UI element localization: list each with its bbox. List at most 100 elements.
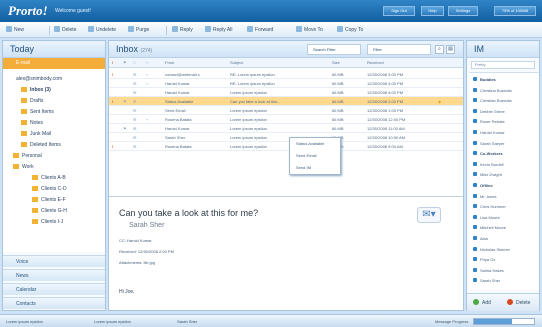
help-button[interactable]: Help <box>421 6 444 16</box>
move-to-button[interactable]: Move To <box>296 25 323 35</box>
sidebar-item-clients-ef[interactable]: Clients E-F <box>3 195 105 205</box>
forward-button[interactable]: Forward <box>247 25 273 35</box>
im-contact-item[interactable]: Co-Workers <box>469 149 539 158</box>
im-contact-item[interactable]: Kevin Burdell <box>469 160 539 169</box>
sidebar-item-sent[interactable]: Sent Items <box>3 107 105 117</box>
deleted-icon <box>21 142 27 147</box>
reply-icon-button[interactable]: ✉▾ <box>417 207 441 223</box>
received-column[interactable]: Received <box>367 58 427 68</box>
im-contact-item[interactable]: Sarah Sher <box>469 276 539 285</box>
attachments-field[interactable]: Attachments: file.jpg <box>119 260 155 265</box>
table-row[interactable]: ! ✉ ⌁ contact@webmail.c RE: Lorem ipsum … <box>109 70 463 79</box>
im-contact-item[interactable]: Alan <box>469 234 539 243</box>
message-icon: ✉ <box>133 126 137 131</box>
purge-icon <box>128 26 134 32</box>
sign-out-button[interactable]: Sign Out <box>383 6 415 16</box>
table-row[interactable]: ✉ Send Email Lorem ipsum epsilon 66 MB 1… <box>109 106 463 115</box>
sidebar-item-clients-cd[interactable]: Clients C-D <box>3 184 105 194</box>
sidebar-item-personal[interactable]: Personal <box>3 151 105 161</box>
size-column[interactable]: Size <box>332 58 357 68</box>
contacts-nav[interactable]: Contacts <box>3 297 105 309</box>
sidebar-item-notes[interactable]: Notes <box>3 118 105 128</box>
im-contact-list: Buddies Christina Buendia Christian Buendi… <box>469 72 539 290</box>
im-contact-item[interactable]: Harold Kumar <box>469 128 539 137</box>
mailbox-address[interactable]: alex@snimbody.com <box>3 74 105 84</box>
from-column[interactable]: From <box>165 58 230 68</box>
table-row[interactable]: ✉ ⌁ Harold Kumar RE: Lorem ipsum epsilon… <box>109 79 463 88</box>
delete-button[interactable]: Delete <box>54 25 76 35</box>
inbox-header: Inbox (274) Search Filter Filter ⌕ ▤ <box>109 41 463 58</box>
contact-status-icon <box>473 119 477 124</box>
status-task-item[interactable]: Lorem ipsum epsilon <box>94 317 131 326</box>
im-contact-item[interactable]: Salma Hakes <box>469 266 539 275</box>
settings-button[interactable]: Settings <box>448 6 478 16</box>
delete-icon <box>54 26 60 32</box>
send-email-menu-item[interactable]: Send Email <box>290 150 340 162</box>
im-contact-item[interactable]: Sarah Saeyer <box>469 139 539 148</box>
message-progress-fill <box>474 319 513 324</box>
send-im-menu-item[interactable]: Send IM <box>290 162 340 174</box>
preview-filter-select[interactable]: Filter <box>367 44 431 55</box>
clients-gh-label: Clients G-H <box>41 208 67 214</box>
message-date: 12/30/2008 4:00 PM <box>367 90 404 95</box>
sidebar-item-clients-gh[interactable]: Clients G-H <box>3 206 105 216</box>
inbox-label: Inbox (3) <box>30 87 51 93</box>
table-row[interactable]: ✉ ⌁ Rosena Batata Lorem ipsum epsilon 66… <box>109 115 463 124</box>
news-nav[interactable]: News <box>3 269 105 281</box>
delete-icon <box>507 299 513 305</box>
table-row[interactable]: ✉ Harold Kumar Lorem ipsum epsilon 66 MB… <box>109 88 463 97</box>
im-contact-item[interactable]: Lisa Moore <box>469 213 539 222</box>
voice-nav[interactable]: Voice <box>3 255 105 267</box>
im-contact-item[interactable]: Roser Rebate <box>469 117 539 126</box>
sidebar-item-inbox[interactable]: Inbox (3) <box>3 85 105 95</box>
sidebar-item-clients-ij[interactable]: Clients I-J <box>3 217 105 227</box>
purge-button[interactable]: Purge <box>128 25 149 35</box>
subject-column[interactable]: Subject <box>230 58 323 68</box>
calendar-nav[interactable]: Calendar <box>3 283 105 295</box>
delete-contact-button[interactable]: Delete <box>507 298 530 308</box>
undelete-button[interactable]: Undelete <box>88 25 116 35</box>
sidebar-item-deleted[interactable]: Deleted Items <box>3 140 105 150</box>
new-button[interactable]: New <box>6 25 24 35</box>
im-contact-item[interactable]: Chris Hummer <box>469 202 539 211</box>
status-task-item[interactable]: Lorem ipsum epsilon <box>6 317 43 326</box>
im-contact-item[interactable]: Offline <box>469 181 539 190</box>
sidebar-item-junk[interactable]: Junk Mail <box>3 129 105 139</box>
message-icon: ✉ <box>133 108 137 113</box>
im-contact-item[interactable]: Christian Buendia <box>469 96 539 105</box>
sidebar-item-work[interactable]: Work <box>3 162 105 172</box>
reply-button[interactable]: Reply <box>172 25 193 35</box>
reply-all-button[interactable]: Reply All <box>205 25 232 35</box>
im-contact-item[interactable]: Nicholas Skinner <box>469 245 539 254</box>
email-account-label: E-mail <box>16 60 31 66</box>
sidebar-item-clients-ab[interactable]: Clients A-B <box>3 173 105 183</box>
im-contact-item[interactable]: Christina Buendia <box>469 86 539 95</box>
personal-label: Personal <box>22 153 42 159</box>
search-icon[interactable]: ⌕ <box>435 45 444 54</box>
sidebar-item-drafts[interactable]: Drafts <box>3 96 105 106</box>
table-row[interactable]: ! ✉ Rosena Batata Lorem ipsum epsilon 66… <box>109 142 463 151</box>
options-icon[interactable]: ▤ <box>446 45 455 54</box>
message-from: Sarah Sher <box>165 135 186 140</box>
status-task-item[interactable]: Sarah Sher <box>177 317 197 326</box>
message-sender[interactable]: Sarah Sher <box>129 222 164 229</box>
im-contact-item[interactable]: Mr Jones <box>469 192 539 201</box>
im-contact-item[interactable]: Debbie Grime <box>469 107 539 116</box>
im-contact-item[interactable]: Buddies <box>469 75 539 84</box>
im-contact-item[interactable]: Mike Dwight <box>469 170 539 179</box>
add-contact-button[interactable]: Add <box>473 298 491 308</box>
im-search-field[interactable]: Pretty <box>471 61 535 69</box>
im-contact-label: Chris Hummer <box>480 204 506 210</box>
message-date: 12/30/2008 11:00 AM <box>367 126 405 131</box>
table-row[interactable]: ! ⚑ ✉ Status Available Can you take a lo… <box>109 97 463 106</box>
email-account-header[interactable]: E-mail <box>3 58 105 69</box>
table-row[interactable]: ✉ Sarah Sher Lorem ipsum epsilon 66 MB 1… <box>109 133 463 142</box>
table-row[interactable]: ⚑ ✉ Harold Kumar Lorem ipsum epsilon 66 … <box>109 124 463 133</box>
status-available-menu-item[interactable]: Status Available <box>290 138 340 150</box>
deleted-label: Deleted Items <box>30 142 61 148</box>
search-filter-field[interactable]: Search Filter <box>307 44 361 55</box>
im-contact-item[interactable]: Mitchell Moore <box>469 223 539 232</box>
im-contact-item[interactable]: Priya Ox <box>469 255 539 264</box>
undelete-icon <box>88 26 94 32</box>
copy-to-button[interactable]: Copy To <box>337 25 363 35</box>
